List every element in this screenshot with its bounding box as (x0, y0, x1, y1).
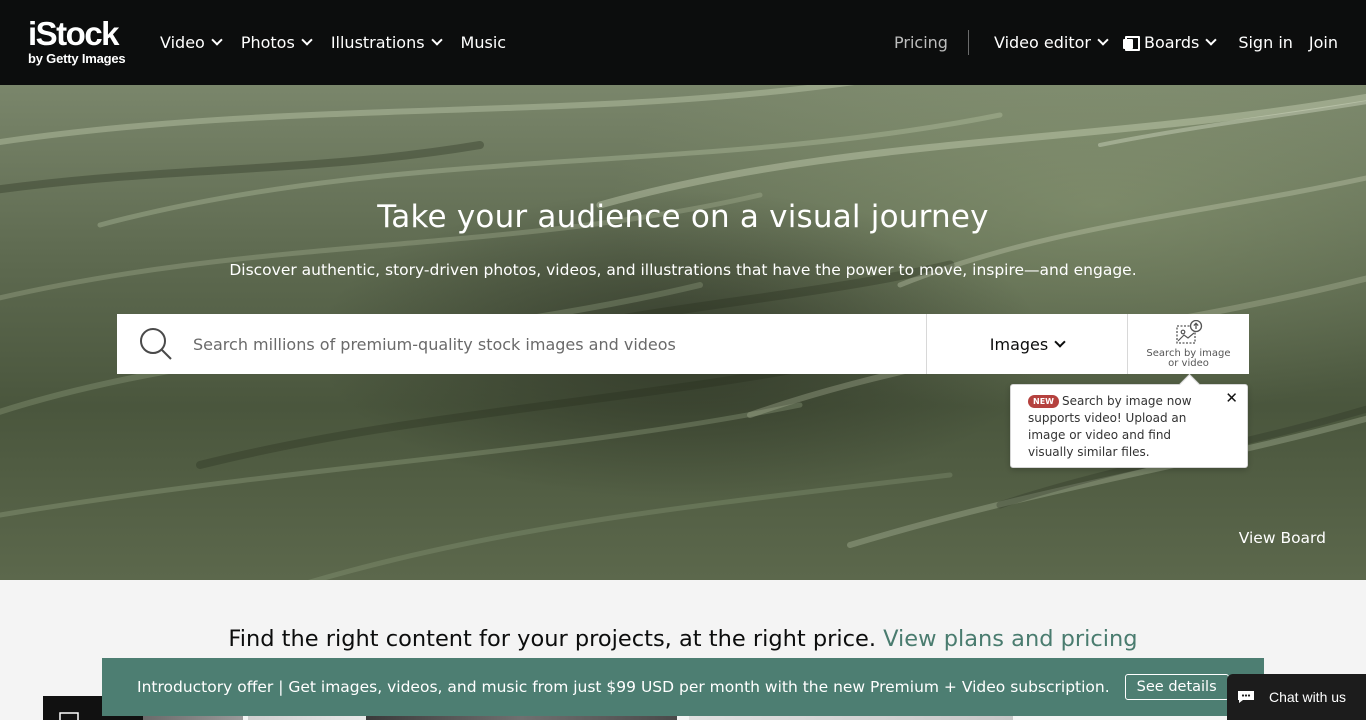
chevron-down-icon (211, 34, 223, 46)
logo-wordmark: iStock (28, 15, 120, 52)
nav-illustrations-label: Illustrations (330, 33, 425, 52)
chat-icon (1238, 691, 1254, 703)
plans-headline: Find the right content for your projects… (0, 626, 1366, 652)
video-camera-icon (59, 712, 79, 720)
nav-video[interactable]: Video (160, 33, 223, 52)
search-field-wrapper (117, 314, 927, 374)
istock-logo[interactable]: iStock by Getty Images (28, 15, 126, 67)
view-board-link[interactable]: View Board (1239, 529, 1326, 547)
logo-tagline: by Getty Images (28, 51, 126, 66)
plans-text: Find the right content for your projects… (228, 626, 876, 652)
search-by-image-tooltip: NEW Search by image now supports video! U… (1010, 384, 1248, 468)
search-type-dropdown[interactable]: Images (927, 314, 1128, 374)
chevron-down-icon (1205, 34, 1217, 46)
nav-boards[interactable]: Boards (1122, 33, 1217, 52)
nav-boards-label: Boards (1143, 33, 1200, 52)
nav-music-label: Music (460, 33, 507, 52)
new-badge: NEW (1028, 395, 1059, 408)
search-by-image-button[interactable]: Search by image or video (1128, 314, 1249, 374)
chevron-down-icon (1097, 34, 1109, 46)
main-nav: Video Photos Illustrations Music (160, 0, 526, 85)
nav-photos-label: Photos (240, 33, 295, 52)
search-type-selected: Images (989, 334, 1049, 354)
close-icon[interactable]: ✕ (1225, 389, 1238, 407)
nav-video-label: Video (160, 33, 205, 52)
search-by-image-label: Search by image or video (1146, 348, 1231, 369)
nav-video-editor[interactable]: Video editor (993, 33, 1109, 52)
chat-label: Chat with us (1269, 689, 1347, 705)
nav-divider (967, 30, 969, 55)
hero-title: Take your audience on a visual journey (377, 199, 989, 235)
view-plans-link[interactable]: View plans and pricing (883, 626, 1137, 652)
boards-icon (1122, 36, 1140, 51)
chevron-down-icon (301, 34, 313, 46)
nav-video-editor-label: Video editor (993, 33, 1091, 52)
site-header: iStock by Getty Images Video Photos Illu… (0, 0, 1366, 85)
hero-banner: Take your audience on a visual journey D… (0, 85, 1366, 580)
join-link[interactable]: Join (1309, 33, 1338, 52)
promo-text: Introductory offer | Get images, videos,… (137, 678, 1110, 696)
image-search-icon (1175, 320, 1202, 344)
hero-subtitle: Discover authentic, story-driven photos,… (229, 261, 1137, 279)
account-nav: Pricing Video editor Boards Sign in Join (878, 0, 1338, 85)
nav-photos[interactable]: Photos (240, 33, 313, 52)
nav-pricing[interactable]: Pricing (894, 33, 948, 52)
tooltip-message: NEW Search by image now supports video! U… (1028, 393, 1219, 461)
chevron-down-icon (430, 34, 443, 46)
search-bar: Images Search by image or video (117, 314, 1249, 374)
search-input[interactable] (193, 314, 913, 374)
see-details-button[interactable]: See details (1124, 674, 1229, 700)
promo-banner: Introductory offer | Get images, videos,… (102, 658, 1264, 716)
search-icon (140, 328, 172, 360)
sign-in-link[interactable]: Sign in (1238, 33, 1293, 52)
chat-widget-button[interactable]: Chat with us (1227, 674, 1366, 720)
nav-music[interactable]: Music (461, 33, 507, 52)
nav-illustrations[interactable]: Illustrations (330, 33, 443, 52)
chevron-down-icon (1054, 335, 1066, 348)
